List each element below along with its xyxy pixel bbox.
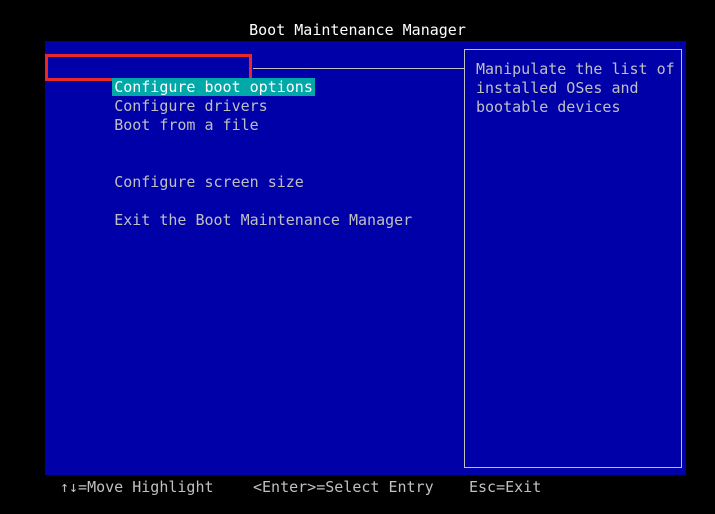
- help-panel: Manipulate the list of installed OSes an…: [464, 49, 682, 468]
- menu-item-label: Configure boot options: [112, 78, 315, 96]
- footer-hints: ↑↓=Move Highlight <Enter>=Select Entry E…: [60, 478, 700, 497]
- menu-item-configure-boot-options[interactable]: Configure boot options: [60, 59, 412, 96]
- menu-spacer: [60, 135, 412, 154]
- menu-item-label: Configure screen size: [114, 173, 304, 191]
- menu-item-label: Configure drivers: [114, 97, 268, 115]
- help-text: Manipulate the list of installed OSes an…: [476, 60, 684, 116]
- page-title: Boot Maintenance Manager: [249, 21, 466, 39]
- menu-item-label: Boot from a file: [114, 116, 259, 134]
- menu-item-label: Exit the Boot Maintenance Manager: [114, 211, 413, 229]
- footer-select-hint: <Enter>=Select Entry: [253, 478, 434, 496]
- footer-exit-hint: Esc=Exit: [469, 478, 542, 496]
- menu-list: Configure boot options Configure drivers…: [60, 59, 412, 229]
- menu-item-exit[interactable]: Exit the Boot Maintenance Manager: [60, 192, 412, 229]
- footer-move-hint: ↑↓=Move Highlight: [60, 478, 214, 496]
- main-panel: Configure boot options Configure drivers…: [45, 41, 686, 475]
- menu-item-configure-screen-size[interactable]: Configure screen size: [60, 154, 412, 191]
